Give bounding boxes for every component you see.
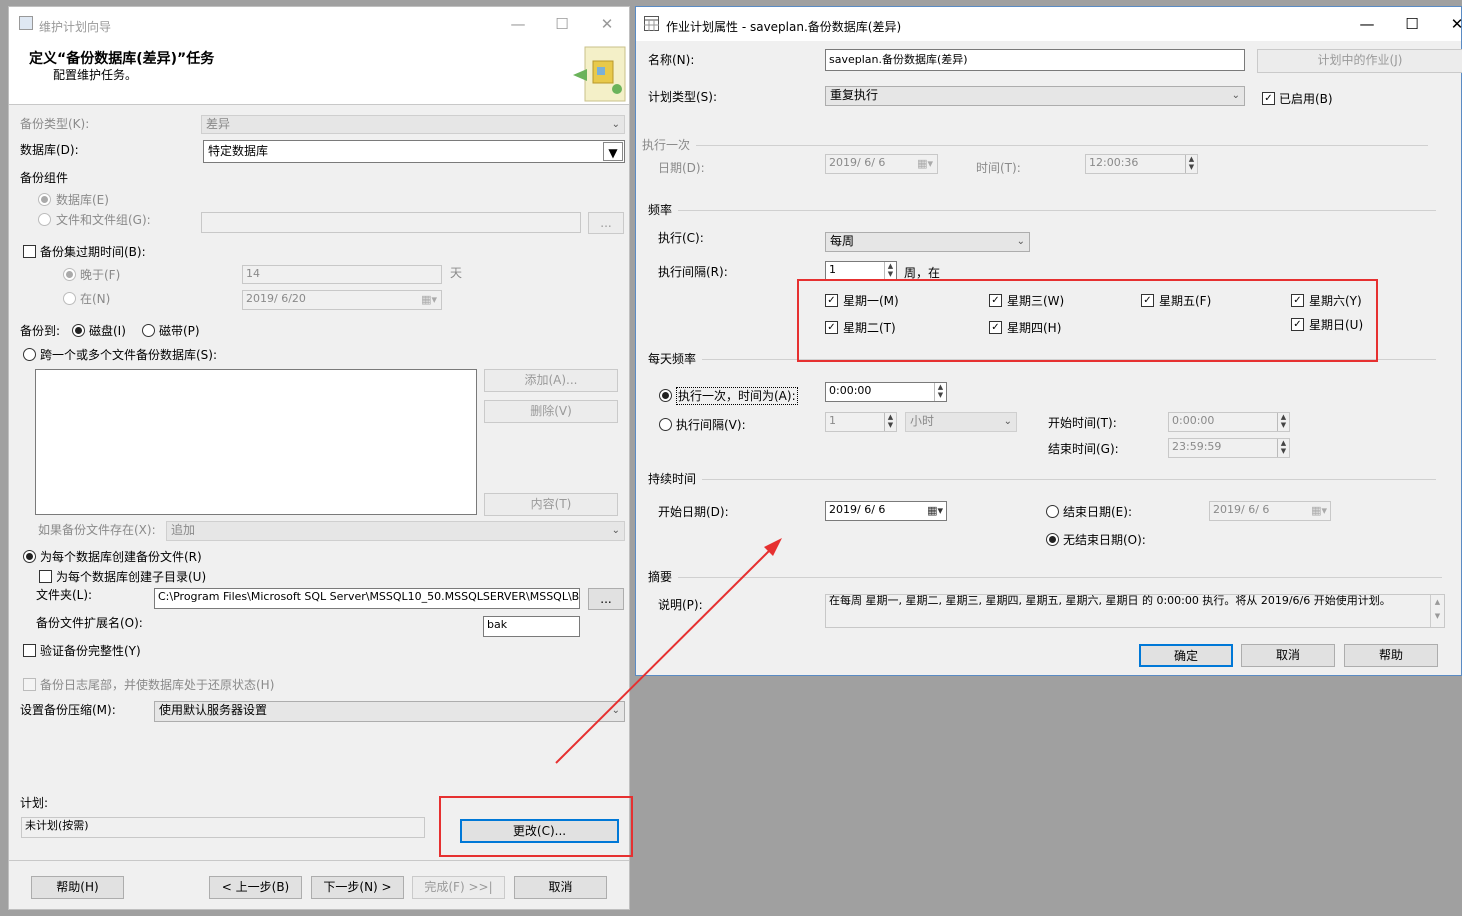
- annotation-arrow: [555, 538, 782, 764]
